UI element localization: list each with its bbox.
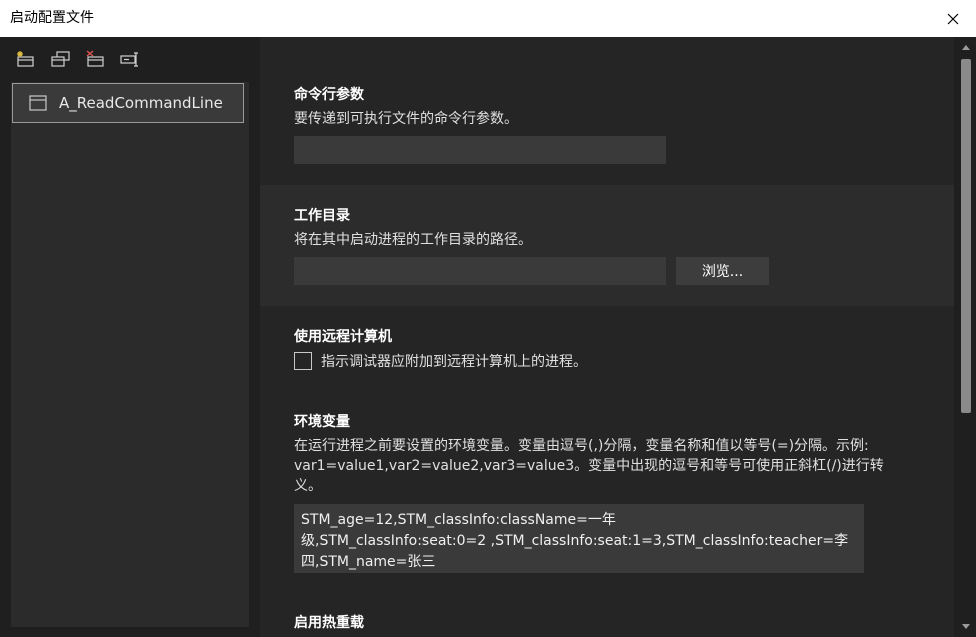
env-vars-desc: 在运行进程之前要设置的环境变量。变量由逗号(,)分隔，变量名称和值以等号(=)分…	[294, 436, 914, 496]
env-vars-value-line: STM_age=12,STM_classInfo:className=一年	[301, 512, 616, 528]
remote-and-env-section: 使用远程计算机 指示调试器应附加到远程计算机上的进程。 环境变量 在运行进程之前…	[260, 306, 954, 637]
close-icon	[947, 13, 959, 24]
working-dir-heading: 工作目录	[294, 208, 350, 224]
command-args-desc: 要传递到可执行文件的命令行参数。	[294, 111, 518, 127]
profile-panel: A_ReadCommandLine	[0, 37, 260, 637]
window-body: A_ReadCommandLine 命令行参数 要传递到可执行文件的命令行参数。…	[0, 37, 976, 637]
env-vars-desc-line: 义。	[294, 478, 322, 494]
scroll-up-button[interactable]	[956, 39, 976, 55]
delete-profile-button[interactable]	[82, 47, 108, 71]
rename-profile-icon	[120, 52, 138, 67]
arrow-up-icon	[962, 45, 970, 50]
scrollbar-thumb[interactable]	[961, 59, 971, 413]
env-vars-input[interactable]: STM_age=12,STM_classInfo:className=一年 级,…	[294, 504, 864, 573]
working-dir-input[interactable]	[294, 257, 666, 285]
env-vars-value-line: 四,STM_name=张三	[301, 554, 436, 570]
remote-machine-heading: 使用远程计算机	[294, 329, 392, 345]
profile-toolbar	[12, 47, 143, 71]
vertical-scrollbar[interactable]	[956, 37, 976, 637]
env-vars-desc-line: var1=value1,var2=value2,var3=value3。变量中出…	[294, 458, 884, 474]
window-title: 启动配置文件	[10, 10, 94, 26]
command-args-section: 命令行参数 要传递到可执行文件的命令行参数。	[260, 37, 954, 185]
remote-machine-label: 指示调试器应附加到远程计算机上的进程。	[321, 354, 587, 370]
command-args-heading: 命令行参数	[294, 87, 364, 103]
scroll-down-button[interactable]	[956, 619, 976, 635]
profile-list: A_ReadCommandLine	[11, 82, 249, 627]
profile-settings: 命令行参数 要传递到可执行文件的命令行参数。 工作目录 将在其中启动进程的工作目…	[260, 37, 956, 637]
window-icon	[29, 95, 47, 111]
rename-profile-button[interactable]	[117, 47, 143, 71]
new-profile-button[interactable]	[12, 47, 38, 71]
profile-item[interactable]: A_ReadCommandLine	[12, 83, 244, 123]
delete-profile-icon	[86, 50, 104, 67]
close-button[interactable]	[930, 0, 976, 37]
profile-item-label: A_ReadCommandLine	[59, 94, 223, 112]
title-bar: 启动配置文件	[0, 0, 976, 37]
working-dir-desc: 将在其中启动进程的工作目录的路径。	[294, 232, 532, 248]
env-vars-value-line: 级,STM_classInfo:seat:0=2 ,STM_classInfo:…	[301, 533, 849, 549]
new-profile-icon	[17, 51, 34, 67]
hot-reload-heading: 启用热重载	[294, 615, 364, 631]
command-args-input[interactable]	[294, 136, 666, 164]
env-vars-heading: 环境变量	[294, 414, 350, 430]
env-vars-desc-line: 在运行进程之前要设置的环境变量。变量由逗号(,)分隔，变量名称和值以等号(=)分…	[294, 438, 869, 454]
copy-profile-button[interactable]	[47, 47, 73, 71]
arrow-down-icon	[962, 624, 970, 629]
browse-button[interactable]: 浏览...	[676, 257, 769, 285]
copy-profile-icon	[51, 51, 70, 67]
working-dir-section: 工作目录 将在其中启动进程的工作目录的路径。 浏览...	[260, 185, 954, 306]
remote-machine-checkbox[interactable]	[294, 352, 312, 370]
